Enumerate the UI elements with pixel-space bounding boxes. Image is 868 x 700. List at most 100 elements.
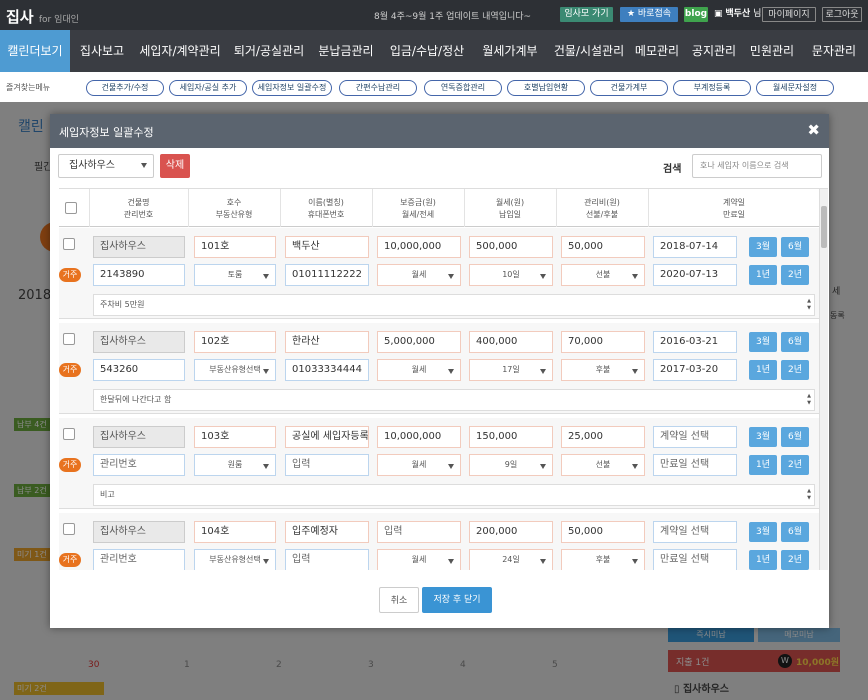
period-6m-button[interactable]: 6월 — [781, 332, 809, 352]
building-field[interactable]: 집사하우스 — [93, 331, 185, 353]
name-field[interactable]: 백두산 — [285, 236, 369, 258]
end-date-field[interactable]: 만료일 선택 — [653, 454, 737, 476]
blog-button[interactable]: blog — [684, 7, 708, 22]
quick-item[interactable]: 간편수납관리 — [339, 80, 417, 96]
quick-item[interactable]: 건물가계부 — [590, 80, 668, 96]
fee-type-select[interactable]: 선불 — [561, 264, 645, 286]
memo-field[interactable]: 비고 ▲ ▼ — [93, 484, 815, 506]
start-date-field[interactable]: 계약일 선택 — [653, 426, 737, 448]
period-6m-button[interactable]: 6월 — [781, 427, 809, 447]
nav-installment[interactable]: 분납금관리 — [312, 30, 380, 72]
property-type-select[interactable]: 부동산유형선택 — [194, 359, 276, 381]
period-2y-button[interactable]: 2년 — [781, 455, 809, 475]
end-date-field[interactable]: 2020-07-13 — [653, 264, 737, 286]
select-all-checkbox[interactable] — [65, 202, 77, 214]
fee-field[interactable]: 50,000 — [561, 236, 645, 258]
rent-type-select[interactable]: 월세 — [377, 359, 461, 381]
quick-item[interactable]: 월세문자설정 — [756, 80, 834, 96]
cancel-button[interactable]: 취소 — [379, 587, 419, 613]
nav-calendar[interactable]: 캘린더보기 — [0, 30, 70, 72]
end-date-field[interactable]: 2017-03-20 — [653, 359, 737, 381]
start-date-field[interactable]: 계약일 선택 — [653, 521, 737, 543]
property-type-select[interactable]: 원룸 — [194, 454, 276, 476]
pay-day-select[interactable]: 24일 — [469, 549, 553, 570]
period-6m-button[interactable]: 6월 — [781, 522, 809, 542]
period-2y-button[interactable]: 2년 — [781, 265, 809, 285]
rent-field[interactable]: 400,000 — [469, 331, 553, 353]
scrollbar-thumb[interactable] — [821, 206, 827, 248]
property-type-select[interactable]: 부동산유형선택 — [194, 549, 276, 570]
building-field[interactable]: 집사하우스 — [93, 521, 185, 543]
pay-day-select[interactable]: 17일 — [469, 359, 553, 381]
row-checkbox[interactable] — [63, 238, 75, 250]
period-3m-button[interactable]: 3월 — [749, 427, 777, 447]
update-notice[interactable]: 8월 4주~9월 1주 업데이트 내역입니다~ — [374, 9, 531, 22]
period-6m-button[interactable]: 6월 — [781, 237, 809, 257]
unit-field[interactable]: 103호 — [194, 426, 276, 448]
building-field[interactable]: 집사하우스 — [93, 236, 185, 258]
unit-field[interactable]: 101호 — [194, 236, 276, 258]
start-date-field[interactable]: 2018-07-14 — [653, 236, 737, 258]
search-input[interactable]: 호나 세입자 이름으로 검색 — [692, 154, 822, 178]
period-1y-button[interactable]: 1년 — [749, 360, 777, 380]
name-field[interactable]: 한라산 — [285, 331, 369, 353]
end-date-field[interactable]: 만료일 선택 — [653, 549, 737, 570]
fee-field[interactable]: 70,000 — [561, 331, 645, 353]
property-type-select[interactable]: 토룸 — [194, 264, 276, 286]
phone-field[interactable]: 01011112222 — [285, 264, 369, 286]
nav-tenant[interactable]: 세입자/계약관리 — [134, 30, 226, 72]
save-close-button[interactable]: 저장 후 닫기 — [422, 587, 492, 613]
nav-payment[interactable]: 입금/수납/정산 — [382, 30, 472, 72]
logout-button[interactable]: 로그아웃 — [822, 7, 862, 22]
unit-field[interactable]: 102호 — [194, 331, 276, 353]
remote-access-button[interactable]: ★ 바로접속 — [620, 7, 678, 22]
nav-notice[interactable]: 공지관리 — [688, 30, 740, 72]
phone-field[interactable]: 입력 — [285, 549, 369, 570]
fee-type-select[interactable]: 선불 — [561, 454, 645, 476]
mgmt-no-field[interactable]: 2143890 — [93, 264, 185, 286]
period-1y-button[interactable]: 1년 — [749, 265, 777, 285]
unit-field[interactable]: 104호 — [194, 521, 276, 543]
pay-day-select[interactable]: 10일 — [469, 264, 553, 286]
period-3m-button[interactable]: 3월 — [749, 332, 777, 352]
phone-field[interactable]: 01033334444 — [285, 359, 369, 381]
nav-building[interactable]: 건물/시설관리 — [548, 30, 630, 72]
site-link-button[interactable]: 임사모 가기 — [560, 7, 613, 22]
mgmt-no-field[interactable]: 543260 — [93, 359, 185, 381]
rent-field[interactable]: 500,000 — [469, 236, 553, 258]
memo-field[interactable]: 한달뒤에 나간다고 함 ▲ ▼ — [93, 389, 815, 411]
name-field[interactable]: 입주예정자 — [285, 521, 369, 543]
mgmt-no-field[interactable]: 관리번호 — [93, 454, 185, 476]
nav-ledger[interactable]: 월세가계부 — [474, 30, 546, 72]
building-field[interactable]: 집사하우스 — [93, 426, 185, 448]
rent-type-select[interactable]: 월세 — [377, 549, 461, 570]
fee-field[interactable]: 25,000 — [561, 426, 645, 448]
fee-type-select[interactable]: 후불 — [561, 549, 645, 570]
quick-item[interactable]: 연독증합관리 — [424, 80, 502, 96]
name-field[interactable]: 공실에 세입자등록 — [285, 426, 369, 448]
delete-button[interactable]: 삭제 — [160, 154, 190, 178]
start-date-field[interactable]: 2016-03-21 — [653, 331, 737, 353]
close-icon[interactable]: ✖ — [807, 121, 820, 139]
period-1y-button[interactable]: 1년 — [749, 550, 777, 570]
deposit-field[interactable]: 10,000,000 — [377, 426, 461, 448]
nav-vacancy[interactable]: 퇴거/공실관리 — [228, 30, 310, 72]
rent-field[interactable]: 150,000 — [469, 426, 553, 448]
period-3m-button[interactable]: 3월 — [749, 237, 777, 257]
mgmt-no-field[interactable]: 관리번호 — [93, 549, 185, 570]
row-checkbox[interactable] — [63, 523, 75, 535]
quick-item[interactable]: 건물추가/수정 — [86, 80, 164, 96]
fee-type-select[interactable]: 후불 — [561, 359, 645, 381]
nav-memo[interactable]: 메모관리 — [632, 30, 682, 72]
rent-field[interactable]: 200,000 — [469, 521, 553, 543]
nav-complaint[interactable]: 민원관리 — [746, 30, 798, 72]
quick-item[interactable]: 세입자정보 일괄수정 — [252, 80, 332, 96]
app-logo[interactable]: 집사 for 임대인 — [6, 6, 79, 27]
deposit-field[interactable]: 5,000,000 — [377, 331, 461, 353]
deposit-field[interactable]: 10,000,000 — [377, 236, 461, 258]
row-checkbox[interactable] — [63, 333, 75, 345]
period-1y-button[interactable]: 1년 — [749, 455, 777, 475]
period-2y-button[interactable]: 2년 — [781, 550, 809, 570]
row-checkbox[interactable] — [63, 428, 75, 440]
deposit-field[interactable]: 입력 — [377, 521, 461, 543]
